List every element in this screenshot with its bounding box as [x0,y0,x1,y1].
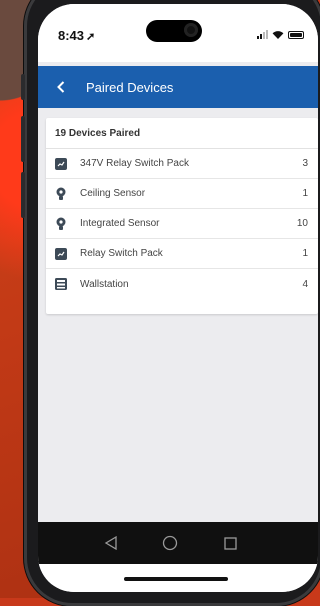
page-title: Paired Devices [86,79,174,95]
front-camera [184,23,198,37]
nav-recents-icon[interactable] [219,532,241,554]
device-count: 1 [302,248,308,259]
location-arrow-icon: ➚ [86,31,96,43]
bulb-sensor-icon [54,217,68,231]
device-label: Relay Switch Pack [80,248,163,259]
bulb-sensor-icon [54,187,68,201]
status-icons [257,30,304,39]
battery-icon [288,31,304,39]
device-row-wallstation[interactable]: Wallstation 4 [46,269,318,299]
device-row-ceiling-sensor[interactable]: Ceiling Sensor 1 [46,179,318,209]
device-label: 347V Relay Switch Pack [80,158,189,169]
android-nav-bar [38,522,318,564]
device-label: Wallstation [80,278,129,290]
status-time-label: 8:43 [58,28,85,43]
home-indicator-area [38,564,318,592]
device-row-347v-relay-switch-pack[interactable]: 347V Relay Switch Pack 3 [46,149,318,179]
signal-icon [257,30,268,39]
phone-volume-up-button [21,116,25,162]
status-time: 8:43 ➚ [58,28,95,43]
device-row-relay-switch-pack[interactable]: Relay Switch Pack 1 [46,239,318,269]
device-label: Ceiling Sensor [80,188,146,199]
relay-pack-icon [54,247,68,261]
chevron-left-icon[interactable] [52,78,70,96]
phone-screen: 8:43 ➚ Paired Devices 19 Devices Paired 3… [38,4,318,592]
relay-pack-icon [54,157,68,171]
device-row-integrated-sensor[interactable]: Integrated Sensor 10 [46,209,318,239]
device-count: 1 [302,188,308,199]
device-label: Integrated Sensor [80,218,160,229]
app-bar: Paired Devices [38,66,318,108]
device-count: 3 [302,158,308,169]
devices-count-header: 19 Devices Paired [46,118,318,149]
device-count: 4 [302,278,308,290]
home-indicator[interactable] [124,577,228,581]
wallstation-icon [54,277,68,291]
nav-home-icon[interactable] [159,532,181,554]
nav-back-icon[interactable] [100,532,122,554]
paired-devices-card: 19 Devices Paired 347V Relay Switch Pack… [46,118,318,314]
phone-side-button [21,74,25,100]
wifi-icon [272,31,284,39]
phone-volume-down-button [21,172,25,218]
status-bar: 8:43 ➚ [38,4,318,62]
device-count: 10 [296,218,308,229]
